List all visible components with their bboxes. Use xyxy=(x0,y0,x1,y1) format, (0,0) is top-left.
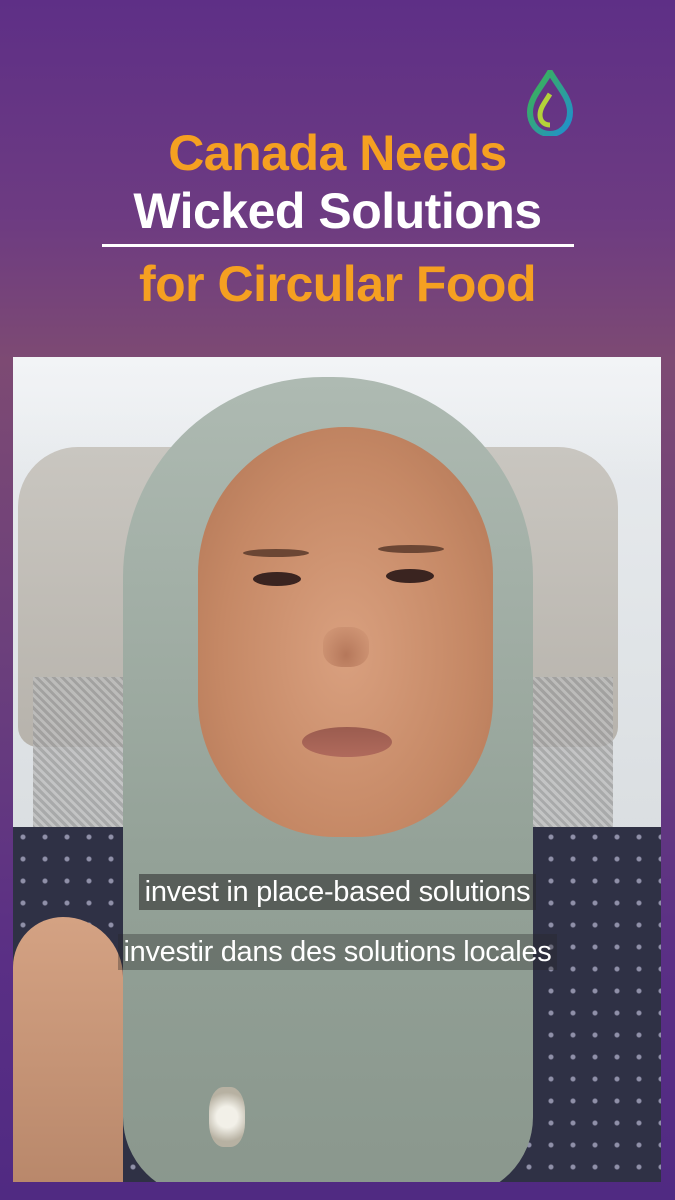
headline: Canada Needs Wicked Solutions for Circul… xyxy=(0,128,675,309)
subtitle-english: invest in place-based solutions xyxy=(0,874,675,910)
face-nose xyxy=(323,627,369,667)
video-speaker-face xyxy=(198,427,493,837)
headline-divider xyxy=(101,244,574,247)
headline-line-2: Wicked Solutions xyxy=(133,183,542,239)
droplet-logo-icon xyxy=(526,70,574,136)
face-mouth xyxy=(302,727,392,757)
subtitle-french: investir dans des solutions locales xyxy=(0,934,675,970)
face-eye-left xyxy=(253,572,301,586)
face-eye-right xyxy=(386,569,434,583)
video-frame[interactable] xyxy=(13,357,661,1182)
face-brow-left xyxy=(243,549,309,557)
face-brow-right xyxy=(378,545,444,553)
headline-line-3: for Circular Food xyxy=(138,256,537,312)
headline-line-1: Canada Needs xyxy=(168,125,507,181)
video-brooch xyxy=(209,1087,245,1147)
